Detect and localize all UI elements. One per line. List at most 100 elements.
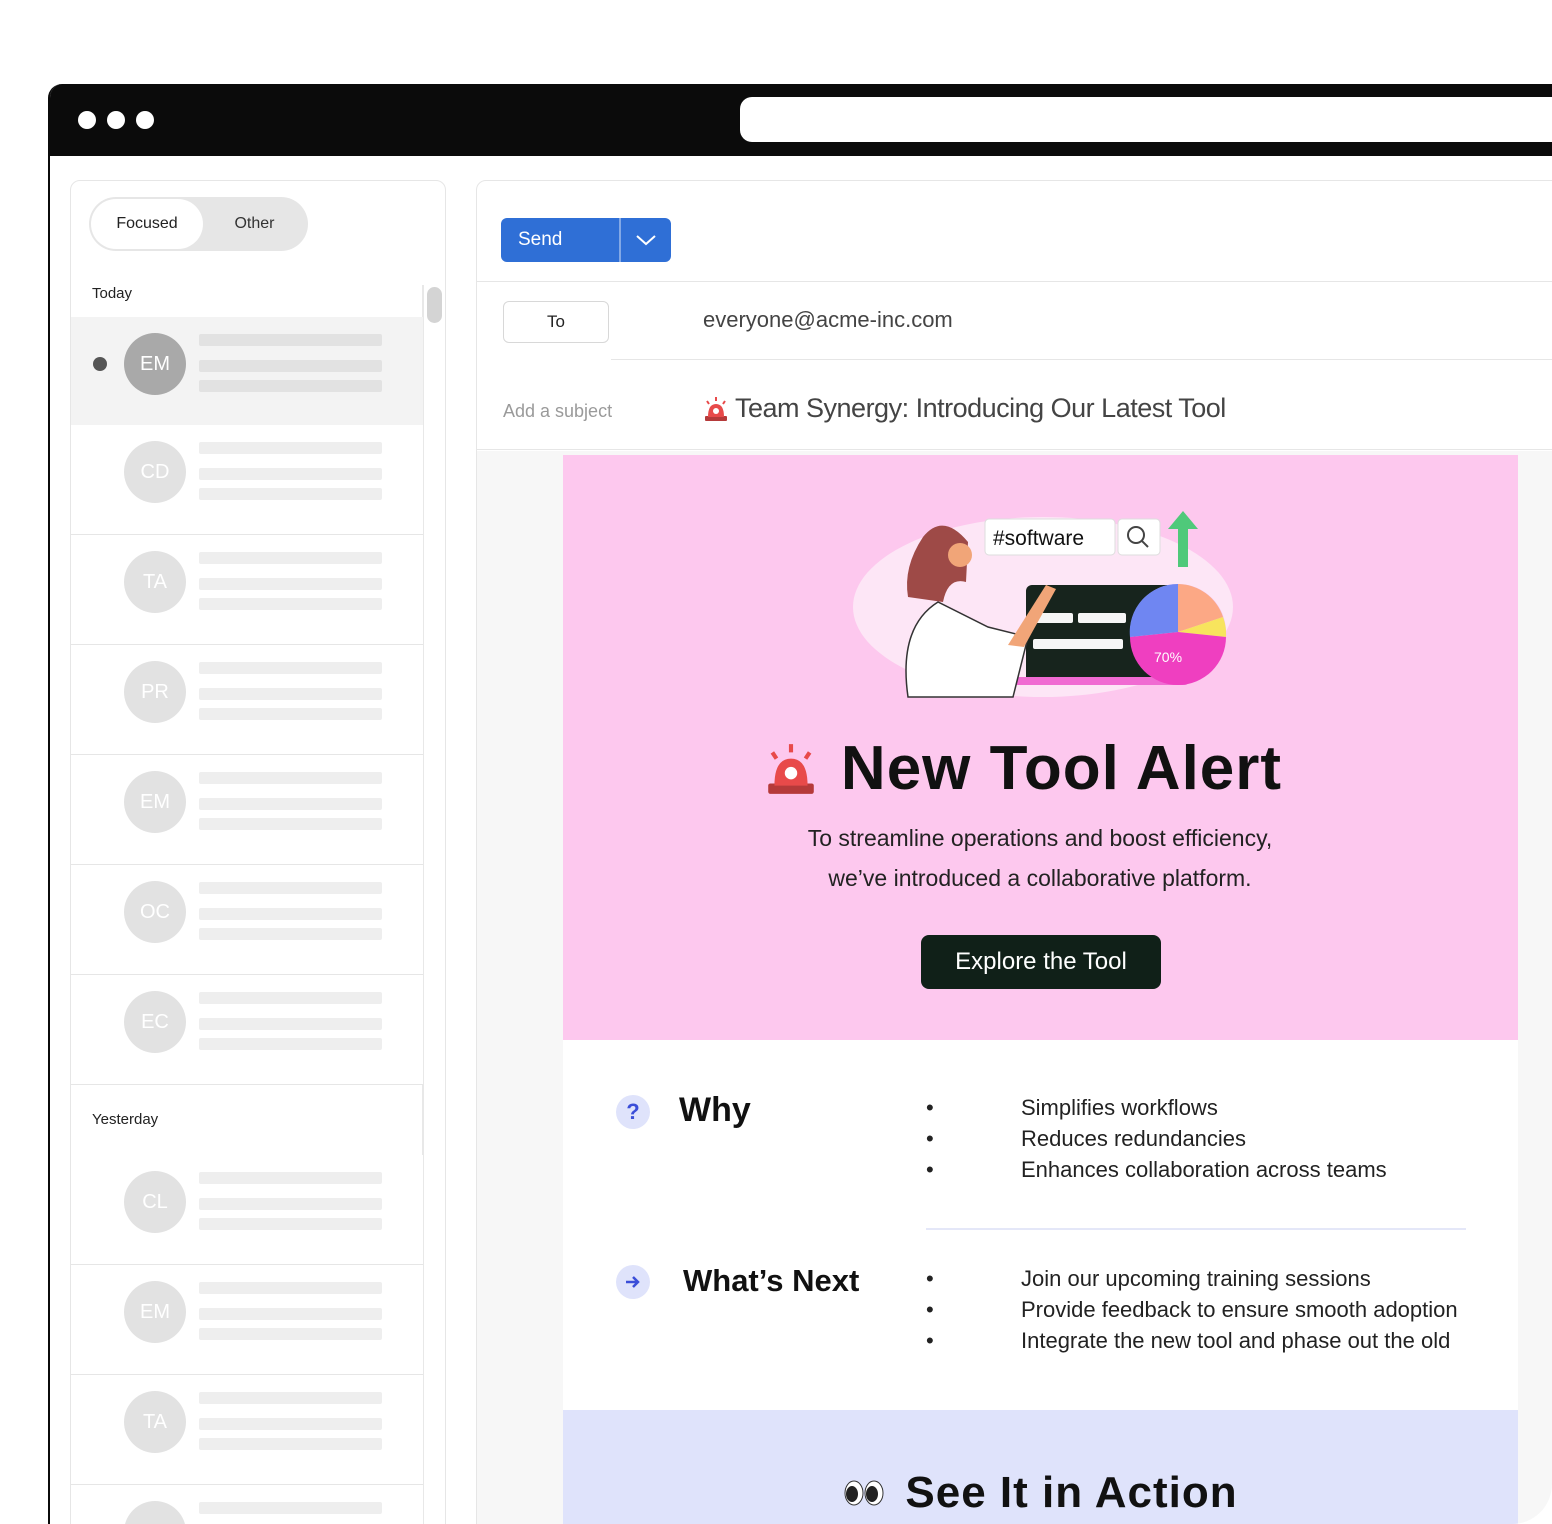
tab-focused[interactable]: Focused [91, 199, 203, 249]
inbox-toggle: Focused Other [89, 197, 308, 251]
avatar: EM [124, 1281, 186, 1343]
preview-placeholder [199, 1418, 382, 1430]
search-tag-text: #software [993, 527, 1084, 550]
preview-placeholder [199, 578, 382, 590]
preview-placeholder [199, 1038, 382, 1050]
mail-item[interactable]: EC [71, 975, 423, 1085]
subject-label: Add a subject [503, 401, 613, 421]
preview-placeholder [199, 908, 382, 920]
mail-item[interactable]: EM [71, 317, 423, 427]
mail-item[interactable]: CL [71, 1155, 423, 1265]
why-bullet: • Simplifies workflows [926, 1095, 1218, 1120]
preview-placeholder [199, 468, 382, 480]
to-field[interactable]: everyone@acme-inc.com [703, 307, 953, 333]
preview-placeholder [199, 772, 382, 784]
mail-item[interactable]: EM [71, 755, 423, 865]
preview-placeholder [199, 1502, 382, 1514]
preview-placeholder [199, 334, 382, 346]
preview-placeholder [199, 928, 382, 940]
question-icon: ? [616, 1095, 650, 1129]
avatar: CL [124, 1171, 186, 1233]
email-content: #software 70% New Tool Alert To streamli… [563, 455, 1518, 1524]
next-bullets: • Join our upcoming training sessions • Pr… [926, 1266, 1526, 1359]
mail-item[interactable]: TA [71, 535, 423, 645]
avatar: EM [124, 771, 186, 833]
preview-placeholder [199, 1218, 382, 1230]
mail-item[interactable]: TA [71, 1375, 423, 1485]
mail-sidebar: Focused Other Today EM CD TA PR EM OC EC CL EM TA… [70, 180, 446, 1524]
window-minimize-dot[interactable] [107, 111, 125, 129]
mail-item[interactable]: CL [71, 1485, 423, 1524]
arrow-right-icon [616, 1265, 650, 1299]
preview-placeholder [199, 688, 382, 700]
title-bar [50, 84, 1552, 156]
preview-placeholder [199, 1198, 382, 1210]
subject-field[interactable]: Team Synergy: Introducing Our Latest Too… [701, 393, 1226, 424]
explore-tool-button[interactable]: Explore the Tool [921, 935, 1161, 989]
window-maximize-dot[interactable] [136, 111, 154, 129]
divider [477, 449, 1552, 450]
preview-placeholder [199, 1282, 382, 1294]
section-divider [926, 1228, 1466, 1230]
next-bullet: • Join our upcoming training sessions [926, 1266, 1371, 1291]
hero-line-1: To streamline operations and boost effic… [807, 825, 1273, 851]
hero-title: New Tool Alert [563, 733, 1518, 804]
preview-placeholder [199, 992, 382, 1004]
address-bar[interactable] [740, 97, 1552, 142]
preview-placeholder [199, 1172, 382, 1184]
preview-placeholder [199, 488, 382, 500]
siren-emoji-icon [768, 743, 814, 794]
chart-percent-text: 70% [1154, 649, 1182, 665]
siren-emoji-icon [705, 396, 727, 421]
chevron-down-icon [636, 235, 656, 246]
preview-placeholder [199, 1438, 382, 1450]
avatar: OC [124, 881, 186, 943]
see-in-action-section: See It in Action [563, 1410, 1518, 1524]
mail-item[interactable]: CD [71, 425, 423, 535]
why-bullet: • Reduces redundancies [926, 1126, 1247, 1151]
preview-placeholder [199, 1308, 382, 1320]
preview-placeholder [199, 708, 382, 720]
next-bullet: • Integrate the new tool and phase out th… [926, 1328, 1451, 1353]
hero-title-text: New Tool Alert [840, 734, 1283, 803]
scrollbar-thumb[interactable] [427, 287, 442, 323]
why-title: Why [679, 1091, 751, 1129]
email-body: #software 70% New Tool Alert To streamli… [477, 451, 1552, 1524]
mail-item[interactable]: OC [71, 865, 423, 975]
avatar: PR [124, 661, 186, 723]
to-button[interactable]: To [503, 301, 609, 343]
tab-other[interactable]: Other [203, 199, 306, 249]
preview-placeholder [199, 662, 382, 674]
whats-next-title: What’s Next [683, 1263, 860, 1298]
send-button[interactable]: Send [501, 218, 619, 262]
next-bullet: • Provide feedback to ensure smooth adopt… [926, 1297, 1458, 1322]
preview-placeholder [199, 798, 382, 810]
hero-illustration: #software 70% [853, 511, 1233, 698]
preview-placeholder [199, 360, 382, 372]
avatar: CL [124, 1501, 186, 1524]
window-close-dot[interactable] [78, 111, 96, 129]
preview-placeholder [199, 1392, 382, 1404]
action-title-text: See It in Action [905, 1468, 1238, 1517]
compose-pane: Send To everyone@acme-inc.com Add a subj… [476, 180, 1552, 1524]
mail-item[interactable]: EM [71, 1265, 423, 1375]
preview-placeholder [199, 1328, 382, 1340]
divider [477, 281, 1552, 282]
avatar: CD [124, 441, 186, 503]
unread-indicator [93, 357, 107, 371]
preview-placeholder [199, 818, 382, 830]
avatar: TA [124, 1391, 186, 1453]
send-split-button: Send [501, 218, 671, 262]
preview-placeholder [199, 598, 382, 610]
send-options-button[interactable] [621, 218, 671, 262]
mail-item[interactable]: PR [71, 645, 423, 755]
preview-placeholder [199, 380, 382, 392]
eyes-emoji-icon [844, 1480, 884, 1506]
section-today: Today [92, 285, 133, 302]
avatar: TA [124, 551, 186, 613]
preview-placeholder [199, 442, 382, 454]
action-title: See It in Action [563, 1468, 1518, 1518]
avatar: EC [124, 991, 186, 1053]
subject-text: Team Synergy: Introducing Our Latest Too… [735, 393, 1226, 423]
preview-placeholder [199, 882, 382, 894]
